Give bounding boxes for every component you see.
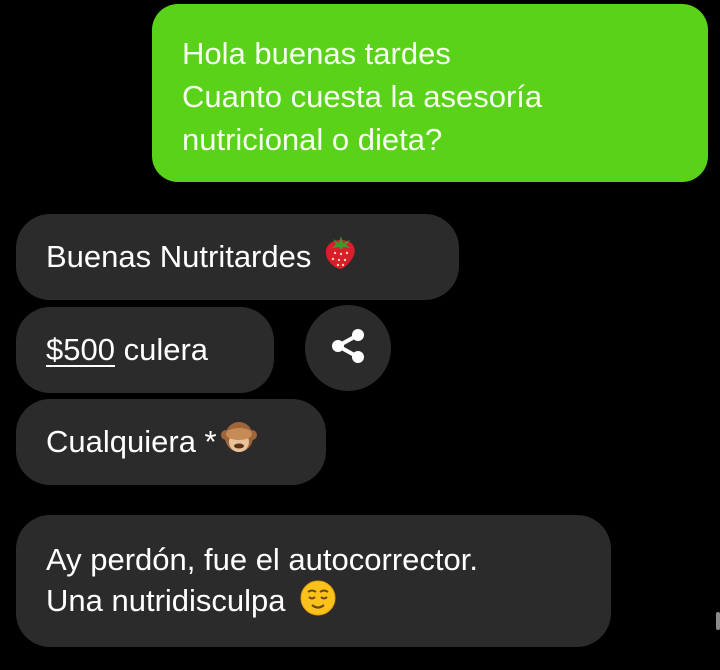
received-message-bubble[interactable]: Ay perdón, fue el autocorrector. Una nut… [16, 515, 611, 647]
received-message-bubble[interactable]: Cualquiera * [16, 399, 326, 485]
message-text: Cualquiera * [46, 424, 217, 459]
received-message-bubble[interactable]: $500 culera [16, 307, 274, 393]
share-button[interactable] [305, 305, 391, 391]
scrollbar-thumb[interactable] [716, 612, 720, 630]
message-text: Buenas Nutritardes [46, 239, 312, 274]
received-message-bubble[interactable]: Buenas Nutritardes [16, 214, 459, 300]
sent-message-bubble[interactable]: Hola buenas tardes Cuanto cuesta la ases… [152, 4, 708, 182]
share-icon [327, 325, 369, 372]
sent-message-line: Cuanto cuesta la asesoría [182, 79, 543, 114]
message-text: culera [114, 332, 209, 367]
sent-message-line: Hola buenas tardes [182, 36, 451, 71]
strawberry-icon [321, 232, 361, 282]
price-link[interactable]: $500 [46, 330, 115, 370]
see-no-evil-monkey-icon [219, 417, 259, 467]
message-text: Una nutridisculpa [46, 583, 286, 619]
sent-message-line: nutricional o dieta? [182, 122, 443, 157]
message-text: Ay perdón, fue el autocorrector. [46, 542, 478, 577]
relieved-face-icon [300, 580, 336, 626]
message-text-line-2: Una nutridisculpa [46, 580, 583, 626]
